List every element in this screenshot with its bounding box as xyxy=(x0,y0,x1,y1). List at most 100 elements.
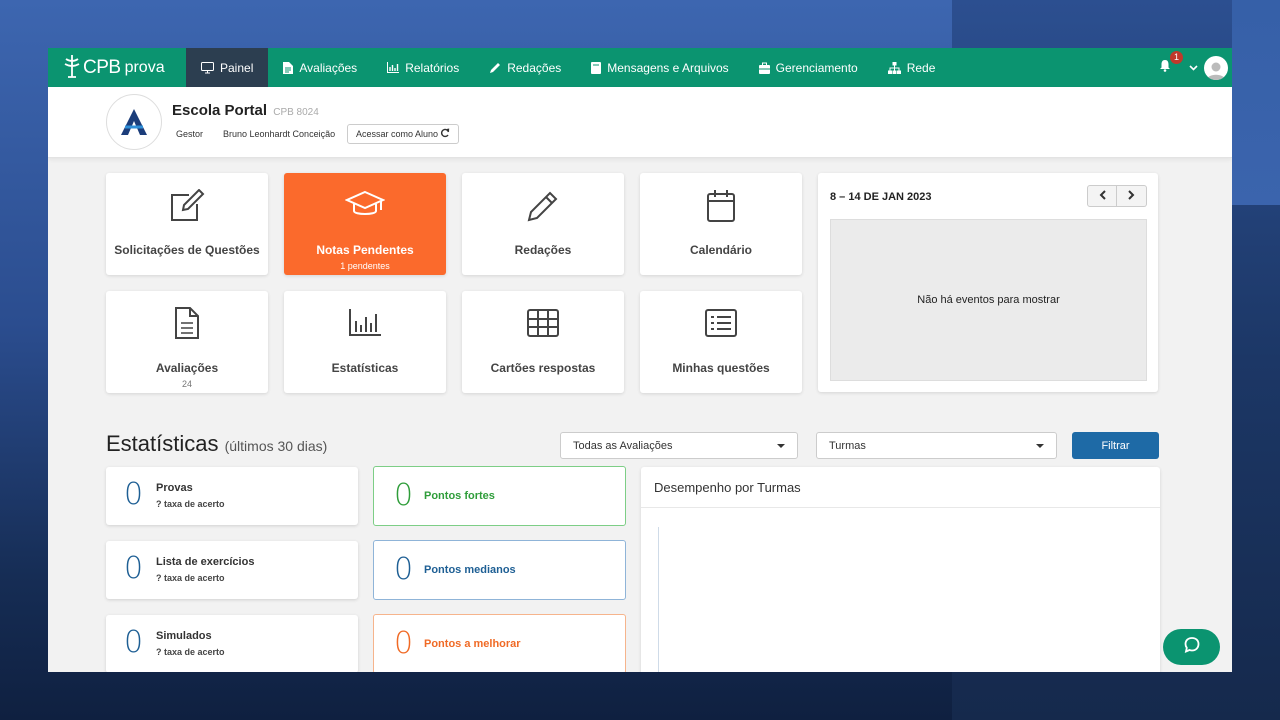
nav-item-label: Redações xyxy=(507,60,562,75)
calendar-widget: 8 – 14 DE JAN 2023 Não há eventos para m… xyxy=(818,173,1158,392)
bar-chart-icon xyxy=(387,62,400,73)
points-value: 0 xyxy=(394,478,414,513)
tile-label: Minhas questões xyxy=(672,361,770,375)
nav-item-relatorios[interactable]: Relatórios xyxy=(372,48,474,87)
bell-icon xyxy=(1159,59,1171,77)
stats-subtitle: (últimos 30 dias) xyxy=(224,438,328,454)
stat-card-simulados[interactable]: 0 Simulados ? taxa de acerto xyxy=(106,615,358,672)
points-strong-card[interactable]: 0 Pontos fortes xyxy=(373,466,626,526)
nav-item-painel[interactable]: Painel xyxy=(186,48,269,87)
tile-solicitacoes-questoes[interactable]: Solicitações de Questões xyxy=(106,173,268,275)
tile-avaliacoes[interactable]: Avaliações 24 xyxy=(106,291,268,393)
points-label: Pontos fortes xyxy=(424,490,495,502)
calendar-prev-button[interactable] xyxy=(1087,185,1117,207)
bar-chart-icon xyxy=(284,309,446,337)
tile-estatisticas[interactable]: Estatísticas xyxy=(284,291,446,393)
brand-logo[interactable]: CPB prova xyxy=(48,48,186,87)
file-lines-icon xyxy=(106,306,268,340)
chat-bubble-icon xyxy=(1183,636,1201,659)
tile-label: Solicitações de Questões xyxy=(114,243,260,257)
tile-cartoes-respostas[interactable]: Cartões respostas xyxy=(462,291,624,393)
user-role: Gestor xyxy=(176,129,204,139)
grid-icon xyxy=(462,309,624,337)
access-as-student-button[interactable]: Acessar como Aluno xyxy=(347,124,460,144)
points-label: Pontos a melhorar xyxy=(424,638,521,650)
points-medium-card[interactable]: 0 Pontos medianos xyxy=(373,540,626,600)
edit-icon xyxy=(106,189,268,223)
pencil-icon xyxy=(462,189,624,223)
assessments-select-value: Todas as Avaliações xyxy=(573,439,673,452)
school-name-line: Escola Portal CPB 8024 xyxy=(172,102,319,119)
performance-by-class-panel: Desempenho por Turmas xyxy=(641,467,1160,672)
notifications-button[interactable]: 1 xyxy=(1153,50,1183,80)
assessments-select[interactable]: Todas as Avaliações xyxy=(560,432,798,459)
calendar-icon xyxy=(640,189,802,223)
stat-value: 0 xyxy=(124,625,144,660)
brand-name: CPB xyxy=(83,56,121,78)
stat-label: Simulados xyxy=(156,630,212,642)
chart-axis xyxy=(658,527,659,672)
nav-item-redacoes[interactable]: Redações xyxy=(474,48,576,87)
refresh-icon xyxy=(440,128,450,140)
tree-logo-icon xyxy=(62,53,82,83)
calendar-events-area: Não há eventos para mostrar xyxy=(830,219,1147,381)
school-header: Escola Portal CPB 8024 Gestor Bruno Leon… xyxy=(48,87,1232,158)
classes-select[interactable]: Turmas xyxy=(816,432,1057,459)
monitor-icon xyxy=(201,61,214,74)
tile-sub: 24 xyxy=(181,379,192,389)
school-code: CPB 8024 xyxy=(273,107,319,118)
classes-select-value: Turmas xyxy=(829,439,866,452)
tile-label: Redações xyxy=(514,243,572,257)
pencil-icon xyxy=(489,62,501,74)
calendar-range: 8 – 14 DE JAN 2023 xyxy=(830,191,932,203)
nav-item-label: Avaliações xyxy=(299,60,358,75)
chat-button[interactable] xyxy=(1163,629,1220,665)
stat-card-provas[interactable]: 0 Provas ? taxa de acerto xyxy=(106,467,358,525)
calendar-nav xyxy=(1087,185,1147,207)
points-label: Pontos medianos xyxy=(424,564,516,576)
calendar-next-button[interactable] xyxy=(1117,185,1147,207)
tile-minhas-questoes[interactable]: Minhas questões xyxy=(640,291,802,393)
stat-sub: ? taxa de acerto xyxy=(156,499,225,509)
document-icon xyxy=(283,61,294,74)
stats-heading: Estatísticas (últimos 30 dias) xyxy=(106,431,327,457)
divider xyxy=(641,507,1160,508)
nav-item-avaliacoes[interactable]: Avaliações xyxy=(268,48,372,87)
stats-title: Estatísticas xyxy=(106,431,219,456)
nav-item-rede[interactable]: Rede xyxy=(873,48,951,87)
chevron-right-icon xyxy=(1128,187,1135,205)
performance-title: Desempenho por Turmas xyxy=(654,480,801,495)
nav-item-label: Relatórios xyxy=(405,60,460,75)
tile-calendario[interactable]: Calendário xyxy=(640,173,802,275)
nav-right-area: 1 xyxy=(1153,48,1232,87)
calendar-empty-message: Não há eventos para mostrar xyxy=(917,294,1060,306)
nav-item-mensagens[interactable]: Mensagens e Arquivos xyxy=(576,48,743,87)
points-improve-card[interactable]: 0 Pontos a melhorar xyxy=(373,614,626,672)
list-icon xyxy=(640,309,802,337)
stat-card-lista-exercicios[interactable]: 0 Lista de exercícios ? taxa de acerto xyxy=(106,541,358,599)
tile-redacoes[interactable]: Redações xyxy=(462,173,624,275)
background-band xyxy=(1232,0,1280,205)
nav-item-label: Rede xyxy=(906,60,936,75)
user-avatar[interactable] xyxy=(1204,55,1228,80)
nav-item-label: Painel xyxy=(220,60,254,75)
chevron-down-icon[interactable] xyxy=(1189,64,1198,71)
tile-label: Cartões respostas xyxy=(490,361,596,375)
brand-suffix: prova xyxy=(124,58,165,76)
school-name: Escola Portal xyxy=(172,102,268,119)
access-button-label: Acessar como Aluno xyxy=(356,129,439,139)
notification-badge: 1 xyxy=(1170,50,1183,64)
user-name: Bruno Leonhardt Conceição xyxy=(223,129,336,139)
tile-notas-pendentes[interactable]: Notas Pendentes 1 pendentes xyxy=(284,173,446,275)
graduation-cap-icon xyxy=(284,189,446,219)
points-value: 0 xyxy=(394,552,414,587)
stat-sub: ? taxa de acerto xyxy=(156,573,225,583)
school-logo xyxy=(106,94,162,150)
filter-button[interactable]: Filtrar xyxy=(1072,432,1159,459)
nav-item-gerenciamento[interactable]: Gerenciamento xyxy=(744,48,873,87)
caret-down-icon xyxy=(1036,443,1044,448)
nav-item-label: Mensagens e Arquivos xyxy=(607,60,729,75)
sitemap-icon xyxy=(887,61,901,74)
caret-down-icon xyxy=(777,443,785,448)
points-value: 0 xyxy=(394,626,414,661)
